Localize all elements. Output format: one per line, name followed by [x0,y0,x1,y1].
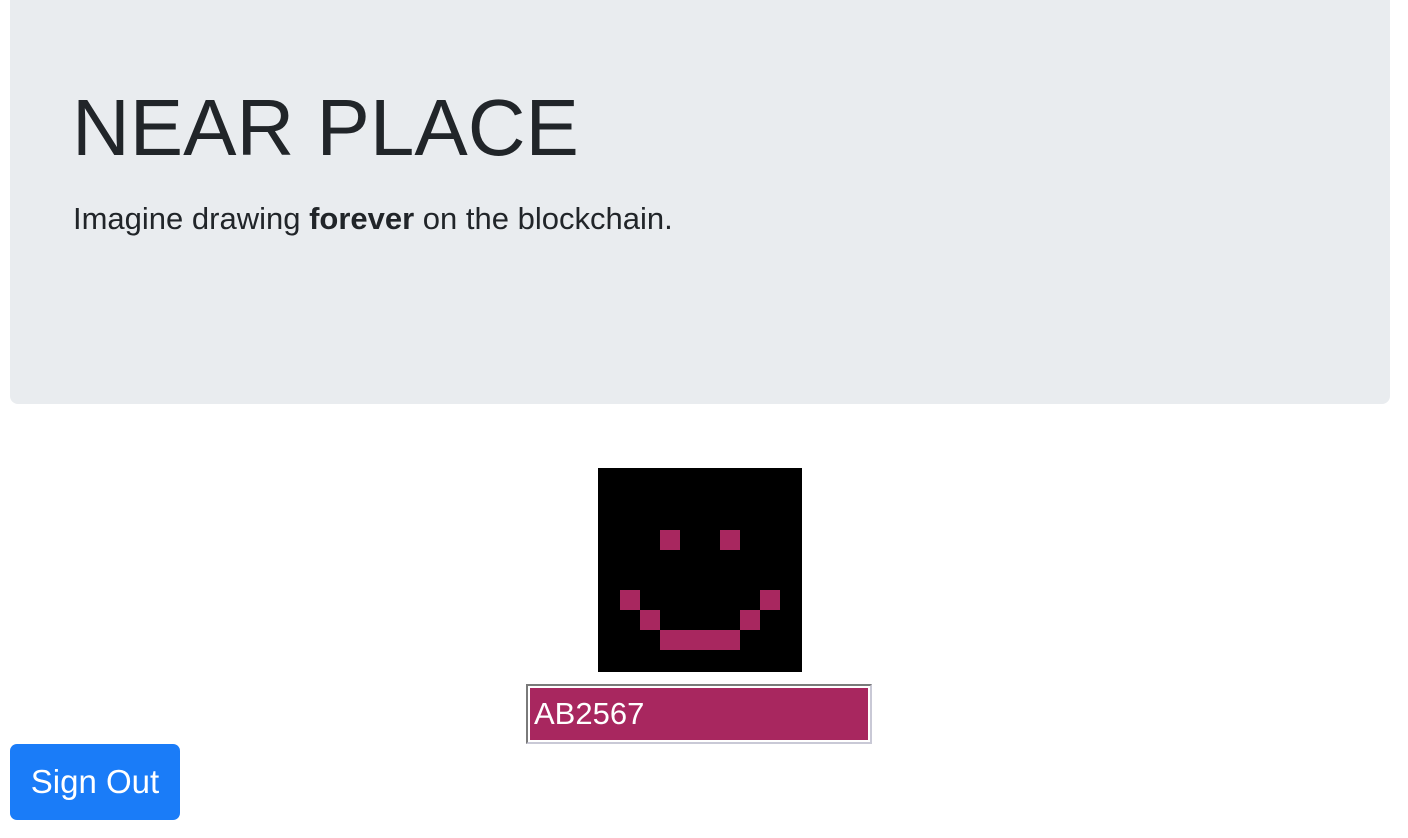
tagline-emphasis: forever [309,201,415,236]
pixel-board[interactable] [598,468,802,672]
sign-out-button[interactable]: Sign Out [10,744,180,820]
color-hex-input[interactable] [530,688,868,740]
painted-pixel [680,630,700,650]
tagline-prefix: Imagine drawing [73,201,310,236]
tagline-suffix: on the blockchain. [414,201,673,236]
painted-pixel [660,630,680,650]
painted-pixel [760,590,780,610]
hero-banner: NEAR PLACE Imagine drawing forever on th… [10,0,1390,404]
painted-pixel [720,630,740,650]
painted-pixel [660,530,680,550]
hero-tagline: Imagine drawing forever on the blockchai… [73,200,673,237]
painted-pixel [700,630,720,650]
painted-pixel [640,610,660,630]
page-title: NEAR PLACE [72,83,579,172]
painted-pixel [620,590,640,610]
painted-pixel [720,530,740,550]
color-picker[interactable] [526,684,872,744]
painted-pixel [740,610,760,630]
